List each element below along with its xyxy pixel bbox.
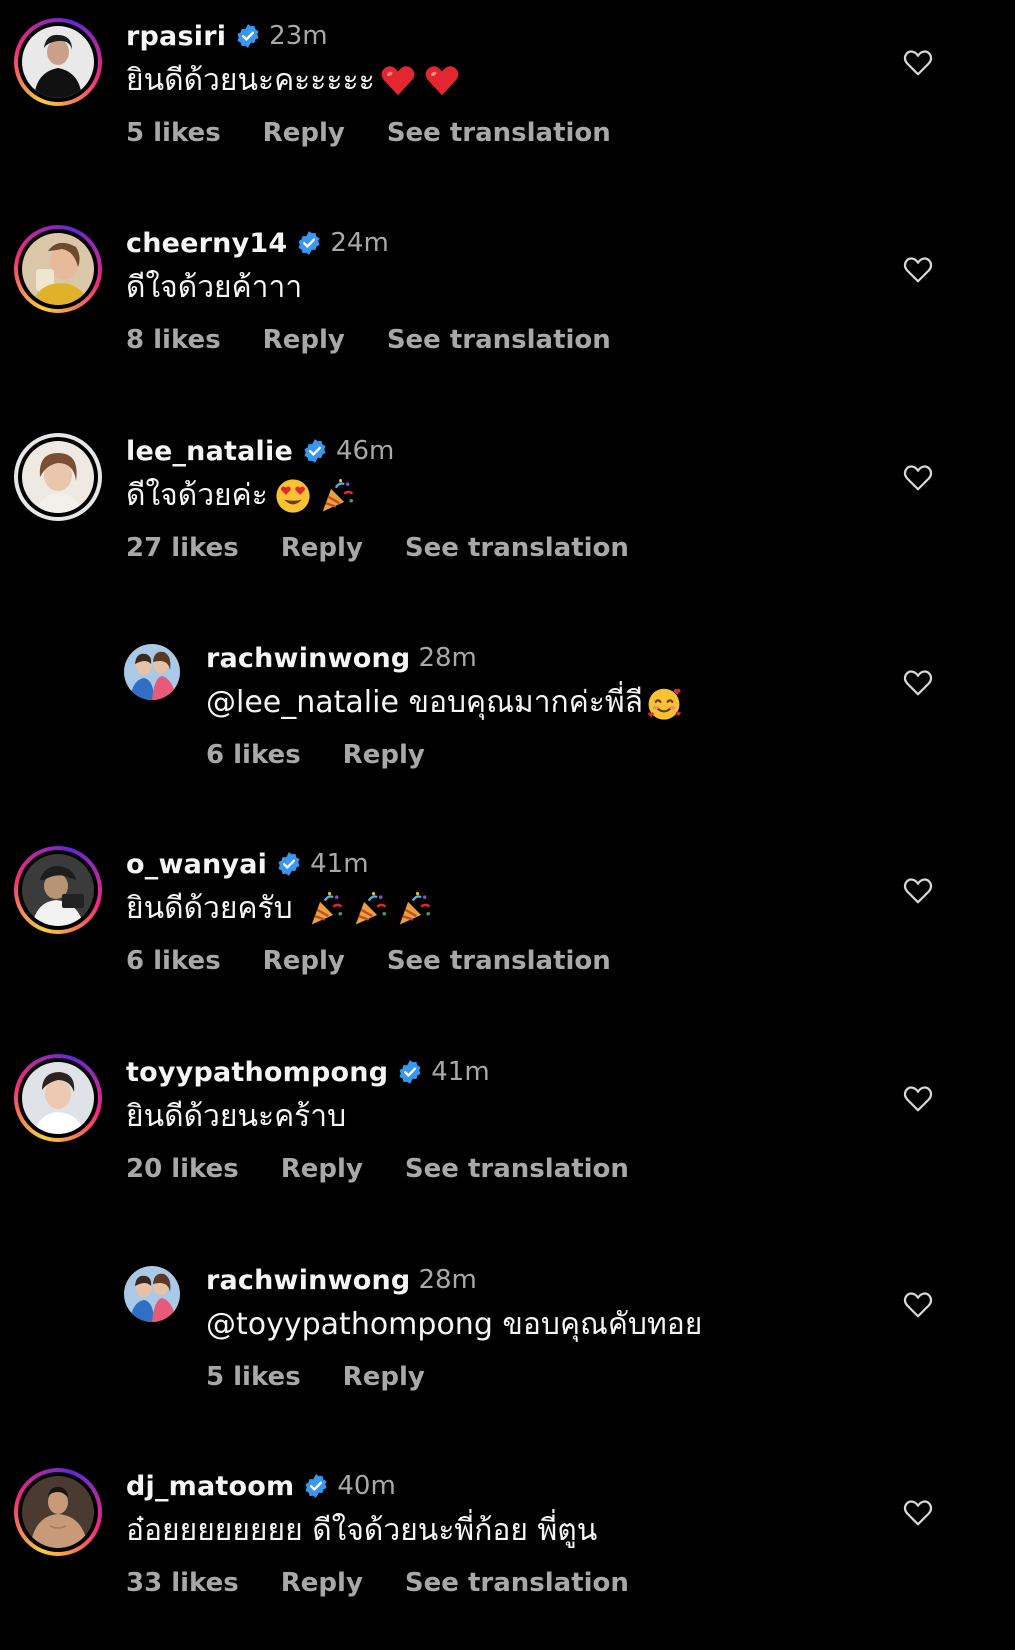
heart-outline-icon[interactable] — [903, 1084, 933, 1114]
timestamp: 24m — [330, 228, 389, 258]
comment-item: o_wanyai 41m ยินดีด้วยครับ 6 likes Reply… — [0, 828, 1015, 1028]
reply-button[interactable]: Reply — [343, 740, 425, 770]
timestamp: 41m — [431, 1057, 490, 1087]
timestamp: 41m — [310, 849, 369, 879]
avatar[interactable] — [124, 1266, 180, 1322]
heart-outline-icon[interactable] — [903, 48, 933, 78]
comment-text: ยินดีด้วยนะคะะะะะ — [126, 56, 905, 106]
heart-outline-icon[interactable] — [903, 1290, 933, 1320]
comment-text: ดีใจด้วยค่ะ — [126, 471, 905, 521]
reply-button[interactable]: Reply — [263, 325, 345, 355]
reply-button[interactable]: Reply — [343, 1362, 425, 1392]
comment-text: ยินดีด้วยครับ — [126, 884, 905, 934]
username[interactable]: cheerny14 — [126, 228, 287, 259]
avatar[interactable] — [14, 1468, 102, 1556]
avatar[interactable] — [14, 225, 102, 313]
reply-item: rachwinwong 28m @toyypathompong ขอบคุณคั… — [0, 1250, 1015, 1450]
comment-item: dj_matoom 40m อ๋อยยยยยยยย ดีใจด้วยนะพี่ก… — [0, 1450, 1015, 1650]
verified-badge-icon — [237, 24, 259, 48]
avatar[interactable] — [14, 433, 102, 521]
see-translation-button[interactable]: See translation — [405, 1568, 629, 1598]
reply-button[interactable]: Reply — [281, 1154, 363, 1184]
likes-count[interactable]: 6 likes — [126, 946, 221, 976]
avatar[interactable] — [14, 18, 102, 106]
heart-outline-icon[interactable] — [903, 1498, 933, 1528]
party-popper-emoji — [311, 892, 342, 925]
timestamp: 40m — [337, 1471, 396, 1501]
verified-badge-icon — [399, 1060, 421, 1084]
username[interactable]: dj_matoom — [126, 1471, 294, 1502]
comment-text: อ๋อยยยยยยยย ดีใจด้วยนะพี่ก้อย พี่ตูน — [126, 1513, 598, 1548]
comment-text: @toyypathompong ขอบคุณคับทอย — [206, 1307, 703, 1342]
comment-text: ดีใจด้วยค้าาา — [126, 270, 303, 305]
comment-text: ยินดีด้วยนะคร้าบ — [126, 1099, 347, 1134]
verified-badge-icon — [305, 1474, 327, 1498]
heart-outline-icon[interactable] — [903, 463, 933, 493]
verified-badge-icon — [304, 439, 326, 463]
heart-eyes-emoji — [276, 479, 310, 513]
likes-count[interactable]: 5 likes — [126, 118, 221, 148]
reply-button[interactable]: Reply — [263, 118, 345, 148]
party-popper-emoji — [322, 479, 354, 512]
verified-badge-icon — [278, 852, 300, 876]
party-popper-emoji — [399, 892, 430, 925]
comment-item: lee_natalie 46m ดีใจด้วยค่ะ 27 likes Rep… — [0, 415, 1015, 615]
likes-count[interactable]: 6 likes — [206, 740, 301, 770]
timestamp: 46m — [335, 436, 395, 466]
see-translation-button[interactable]: See translation — [387, 118, 611, 148]
avatar[interactable] — [14, 846, 102, 934]
comment-item: cheerny14 24m ดีใจด้วยค้าาา 8 likes Repl… — [0, 207, 1015, 407]
timestamp: 28m — [418, 1265, 477, 1295]
heart-emoji — [425, 66, 459, 96]
see-translation-button[interactable]: See translation — [387, 946, 611, 976]
timestamp: 23m — [269, 21, 328, 51]
heart-outline-icon[interactable] — [903, 876, 933, 906]
username[interactable]: rachwinwong — [206, 1265, 410, 1296]
verified-badge-icon — [298, 231, 320, 255]
reply-button[interactable]: Reply — [263, 946, 345, 976]
likes-count[interactable]: 33 likes — [126, 1568, 239, 1598]
comment-item: rpasiri 23m ยินดีด้วยนะคะะะะะ 5 likes Re… — [0, 0, 1015, 200]
likes-count[interactable]: 20 likes — [126, 1154, 239, 1184]
party-popper-emoji — [355, 892, 386, 925]
reply-button[interactable]: Reply — [281, 533, 363, 563]
heart-outline-icon[interactable] — [903, 255, 933, 285]
see-translation-button[interactable]: See translation — [387, 325, 611, 355]
likes-count[interactable]: 8 likes — [126, 325, 221, 355]
likes-count[interactable]: 27 likes — [126, 533, 239, 563]
avatar[interactable] — [124, 644, 180, 700]
username[interactable]: toyypathompong — [126, 1057, 388, 1088]
reply-button[interactable]: Reply — [281, 1568, 363, 1598]
see-translation-button[interactable]: See translation — [405, 533, 629, 563]
comment-item: toyypathompong 41m ยินดีด้วยนะคร้าบ 20 l… — [0, 1036, 1015, 1236]
reply-item: rachwinwong 28m @lee_natalie ขอบคุณมากค่… — [0, 628, 1015, 828]
heart-emoji — [381, 66, 415, 96]
likes-count[interactable]: 5 likes — [206, 1362, 301, 1392]
username[interactable]: rachwinwong — [206, 643, 410, 674]
timestamp: 28m — [418, 643, 477, 673]
heart-outline-icon[interactable] — [903, 668, 933, 698]
see-translation-button[interactable]: See translation — [405, 1154, 629, 1184]
smiling-face-with-hearts-emoji — [648, 688, 681, 720]
comment-text: @lee_natalie ขอบคุณมากค่ะพี่ลี — [206, 678, 905, 728]
username[interactable]: rpasiri — [126, 21, 226, 52]
avatar[interactable] — [14, 1054, 102, 1142]
username[interactable]: lee_natalie — [126, 436, 293, 467]
username[interactable]: o_wanyai — [126, 849, 267, 880]
